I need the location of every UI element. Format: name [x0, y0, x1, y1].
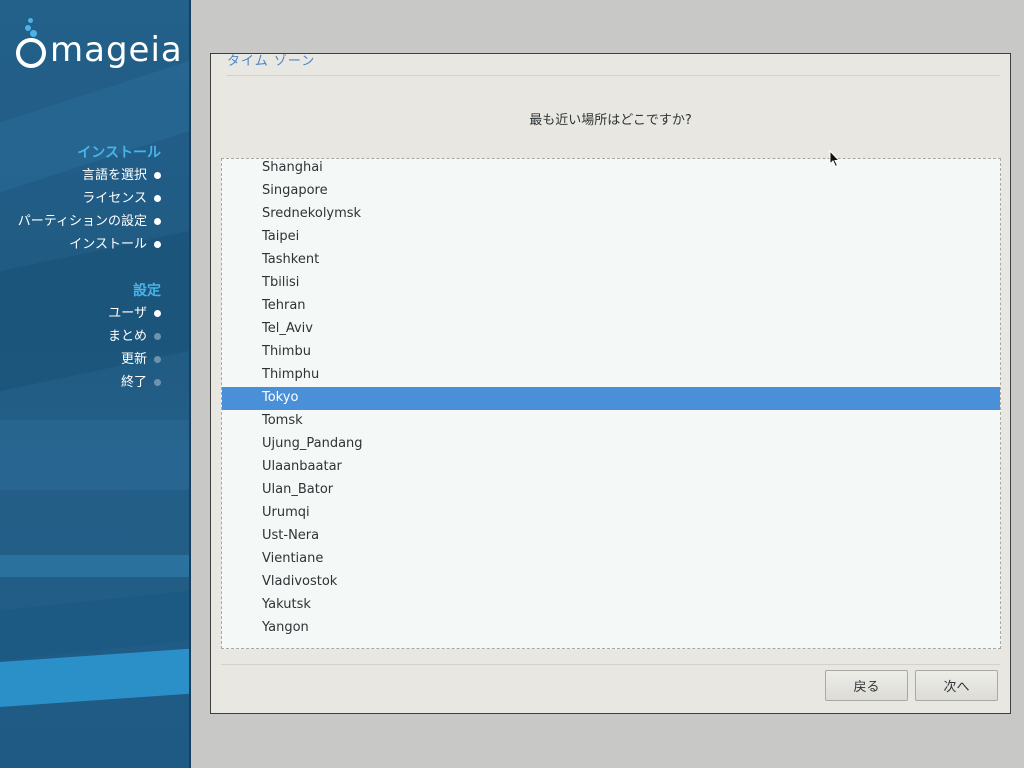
timezone-list[interactable]: Shanghai Singapore Srednekolymsk Taipei Tash…: [221, 158, 1001, 649]
timezone-label: Tashkent: [262, 252, 320, 267]
timezone-label: Vientiane: [262, 551, 324, 566]
timezone-row[interactable]: Vientiane: [222, 548, 1000, 571]
timezone-row[interactable]: Tel_Aviv: [222, 318, 1000, 341]
step-license: ライセンス: [82, 191, 147, 206]
step-status-dot: [154, 195, 161, 202]
timezone-row[interactable]: Shanghai: [222, 159, 1000, 180]
timezone-row[interactable]: Thimphu: [222, 364, 1000, 387]
timezone-row[interactable]: Tbilisi: [222, 272, 1000, 295]
sidebar-decoration: [0, 420, 191, 490]
logo-text: mageia: [50, 30, 183, 70]
timezone-label: Thimbu: [262, 344, 311, 359]
timezone-row[interactable]: Tehran: [222, 295, 1000, 318]
logo-bubble: [30, 30, 37, 37]
step-partitioning: パーティションの設定: [17, 214, 147, 229]
question-label: 最も近い場所はどこですか?: [529, 113, 692, 128]
timezone-label: Ust-Nera: [262, 528, 320, 543]
timezone-label: Ulan_Bator: [262, 482, 334, 497]
mageia-logo: mageia: [16, 18, 186, 73]
mouse-cursor-icon: [829, 150, 841, 168]
timezone-label: Srednekolymsk: [262, 206, 362, 221]
step-install: インストール: [69, 237, 147, 252]
timezone-label: Yakutsk: [262, 597, 311, 612]
timezone-label: Tehran: [262, 298, 306, 313]
footer-divider: [221, 664, 1000, 665]
timezone-label: Shanghai: [262, 160, 323, 175]
install-section-header: インストール: [77, 145, 161, 161]
timezone-dialog: タイム ゾーン 最も近い場所はどこですか? Shanghai Singapore S…: [210, 53, 1011, 714]
sidebar: mageia インストール 言語を選択 ライセンス パーティションの設定 インス…: [0, 0, 191, 768]
timezone-row[interactable]: Urumqi: [222, 502, 1000, 525]
timezone-label: Ulaanbaatar: [262, 459, 342, 474]
timezone-row[interactable]: Ulaanbaatar: [222, 456, 1000, 479]
step-status-dot: [154, 310, 161, 317]
timezone-row[interactable]: Ujung_Pandang: [222, 433, 1000, 456]
step-status-dot: [154, 241, 161, 248]
step-status-dot: [154, 333, 161, 340]
logo-ring: [16, 38, 46, 68]
timezone-row[interactable]: Taipei: [222, 226, 1000, 249]
timezone-row[interactable]: Tashkent: [222, 249, 1000, 272]
back-button[interactable]: 戻る: [825, 670, 908, 701]
step-status-dot: [154, 379, 161, 386]
config-section-header: 設定: [133, 283, 161, 299]
timezone-label: Ujung_Pandang: [262, 436, 363, 451]
timezone-label: Tomsk: [262, 413, 303, 428]
timezone-label: Tel_Aviv: [262, 321, 313, 336]
sidebar-decoration: [0, 555, 191, 577]
timezone-label: Tokyo: [262, 390, 299, 405]
step-status-dot: [154, 172, 161, 179]
timezone-row[interactable]: Ust-Nera: [222, 525, 1000, 548]
next-button[interactable]: 次へ: [915, 670, 998, 701]
step-status-dot: [154, 218, 161, 225]
step-user: ユーザ: [108, 306, 147, 321]
title-divider: [227, 75, 1000, 76]
timezone-label: Taipei: [262, 229, 300, 244]
dialog-title: タイム ゾーン: [227, 54, 316, 69]
timezone-row[interactable]: Vladivostok: [222, 571, 1000, 594]
timezone-label: Tbilisi: [262, 275, 300, 290]
logo-bubble: [28, 18, 33, 23]
step-summary: まとめ: [107, 329, 147, 344]
step-finish: 終了: [120, 375, 147, 390]
timezone-row[interactable]: Srednekolymsk: [222, 203, 1000, 226]
timezone-row[interactable]: Ulan_Bator: [222, 479, 1000, 502]
step-updates: 更新: [120, 352, 147, 367]
step-status-dot: [154, 356, 161, 363]
timezone-row[interactable]: Singapore: [222, 180, 1000, 203]
timezone-row[interactable]: Tomsk: [222, 410, 1000, 433]
timezone-row-selected[interactable]: Tokyo: [222, 387, 1000, 410]
timezone-row[interactable]: Yakutsk: [222, 594, 1000, 617]
timezone-label: Urumqi: [262, 505, 310, 520]
sidebar-edge: [189, 0, 191, 768]
timezone-label: Singapore: [262, 183, 328, 198]
timezone-row[interactable]: Yangon: [222, 617, 1000, 640]
timezone-label: Yangon: [262, 620, 309, 635]
timezone-label: Thimphu: [262, 367, 320, 382]
timezone-row[interactable]: Thimbu: [222, 341, 1000, 364]
timezone-label: Vladivostok: [262, 574, 338, 589]
step-language: 言語を選択: [81, 168, 147, 183]
